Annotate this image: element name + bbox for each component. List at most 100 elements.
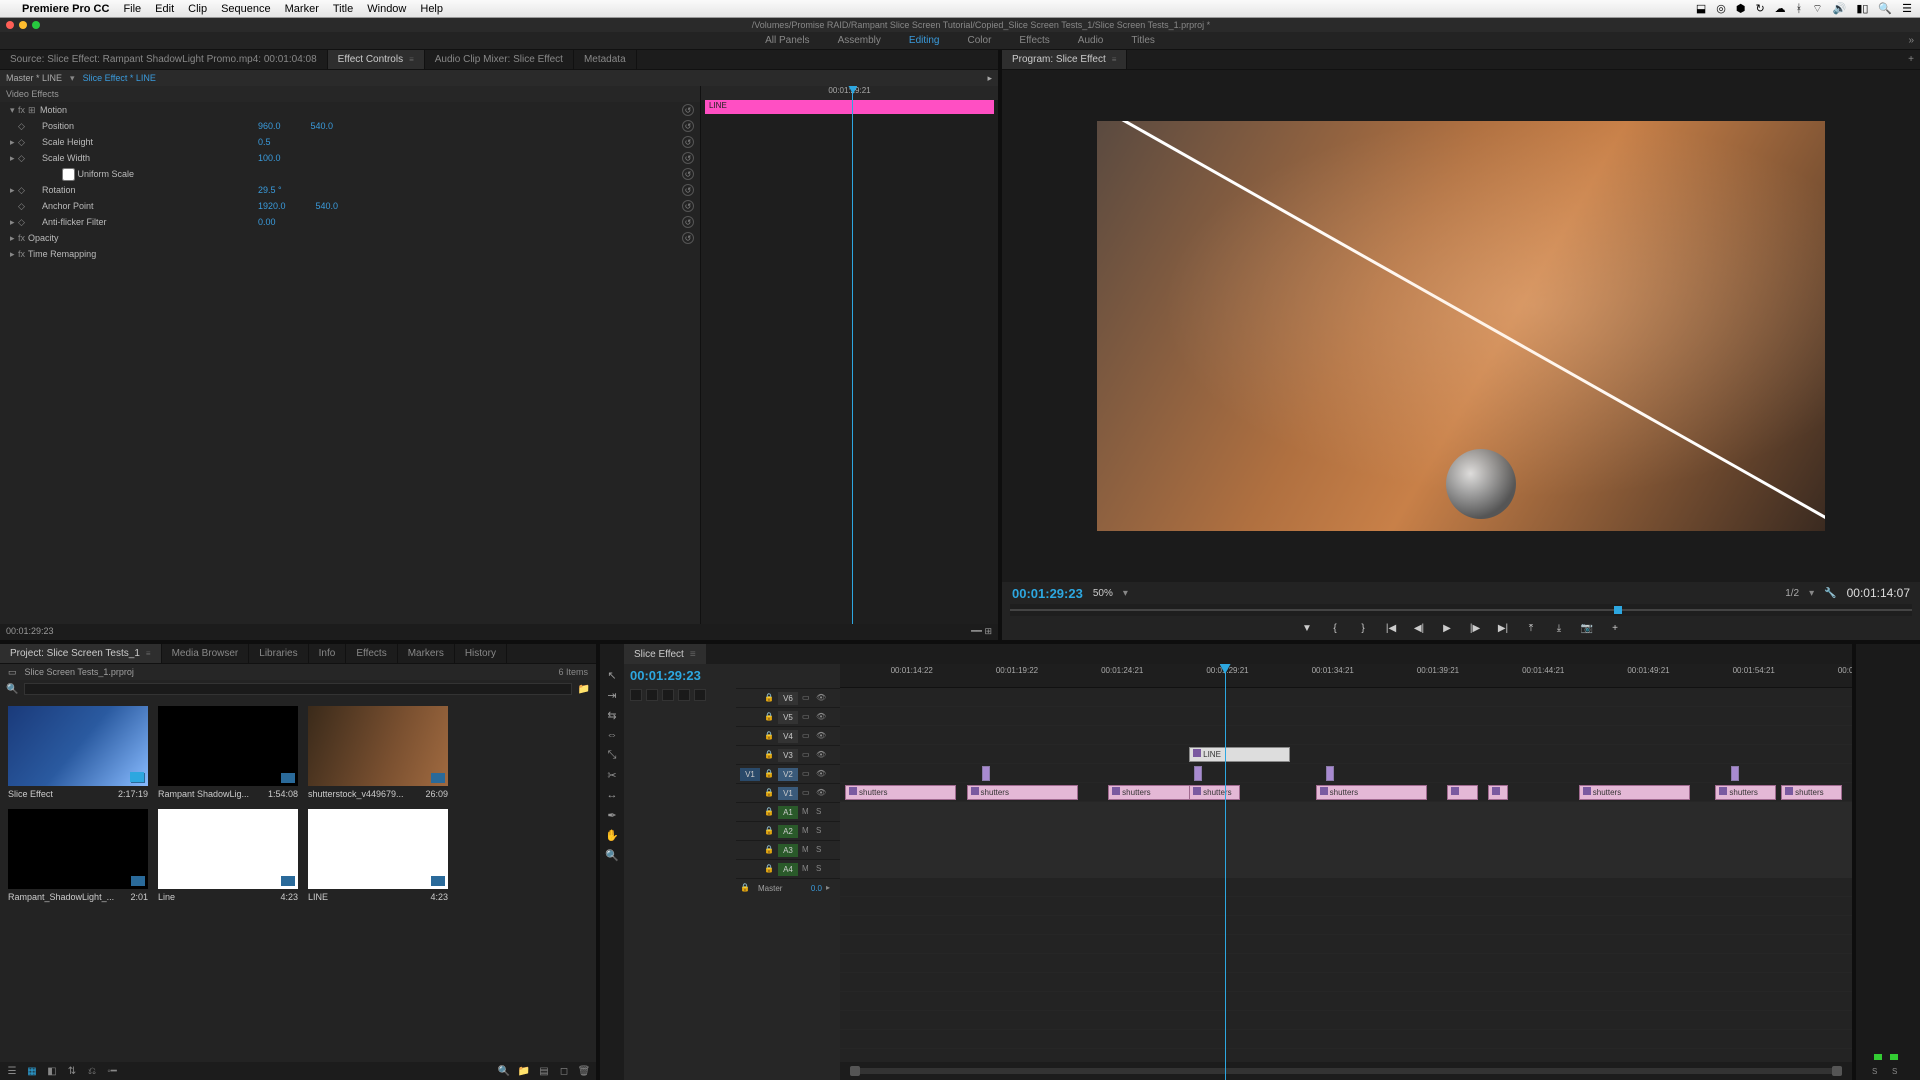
workspace-overflow-button[interactable]: »	[1908, 35, 1914, 46]
reset-icon[interactable]: ↺	[682, 152, 694, 164]
mark-out-button[interactable]: }	[1356, 621, 1370, 635]
track-label[interactable]: A3	[778, 844, 798, 857]
bluetooth-icon[interactable]: ᚼ	[1796, 3, 1803, 15]
timeline-clip[interactable]: shutters	[1715, 785, 1776, 800]
ec-anchor-x[interactable]: 1920.0	[258, 201, 316, 211]
track-head-a2[interactable]: 🔒A2MS	[736, 821, 840, 840]
track-label[interactable]: V1	[778, 787, 798, 800]
minimize-window-button[interactable]	[19, 21, 27, 29]
project-search-input[interactable]	[24, 683, 571, 695]
lock-icon[interactable]: 🔒	[764, 864, 774, 874]
lock-icon[interactable]: 🔒	[764, 788, 774, 798]
mute-icon[interactable]: M	[802, 807, 812, 817]
ec-position-x[interactable]: 960.0	[258, 121, 311, 131]
twirl-icon[interactable]: ▸	[10, 217, 18, 228]
menu-window[interactable]: Window	[367, 3, 406, 15]
track-label[interactable]: A4	[778, 863, 798, 876]
timeline-clip[interactable]	[1194, 766, 1202, 781]
linked-sel-toggle[interactable]	[662, 689, 674, 701]
solo-icon[interactable]: S	[816, 807, 826, 817]
nest-toggle[interactable]	[630, 689, 642, 701]
transform-icon[interactable]: ⊞	[28, 105, 40, 116]
fx-badge-icon[interactable]: fx	[18, 249, 28, 259]
lock-icon[interactable]: 🔒	[764, 750, 774, 760]
toggle-output-icon[interactable]: ▭	[802, 712, 812, 722]
tab-effect-controls[interactable]: Effect Controls≡	[328, 50, 425, 69]
timeline-clip[interactable]	[1326, 766, 1334, 781]
settings-toggle[interactable]	[694, 689, 706, 701]
timeline-clip[interactable]	[1731, 766, 1739, 781]
ripple-edit-tool[interactable]: ⇆	[605, 708, 619, 722]
twirl-icon[interactable]: ▸	[10, 137, 18, 148]
track-head-a4[interactable]: 🔒A4MS	[736, 859, 840, 878]
lane-v5[interactable]	[840, 707, 1852, 726]
ec-scaleh-val[interactable]: 0.5	[258, 137, 301, 147]
bin-thumbnail[interactable]	[308, 706, 448, 786]
snap-toggle[interactable]	[646, 689, 658, 701]
play-button[interactable]: ▶	[1440, 621, 1454, 635]
timeline-lanes[interactable]: LINEshuttersshuttersshuttersshuttersshut…	[840, 688, 1852, 1062]
step-fwd-button[interactable]: |▶	[1468, 621, 1482, 635]
ec-flicker-val[interactable]: 0.00	[258, 217, 306, 227]
track-head-v5[interactable]: 🔒V5▭👁	[736, 707, 840, 726]
lock-icon[interactable]: 🔒	[764, 769, 774, 779]
tab-history[interactable]: History	[455, 644, 507, 663]
auto-seq-icon[interactable]: ⎌	[86, 1065, 98, 1077]
add-marker-button[interactable]: ▼	[1300, 621, 1314, 635]
tab-menu-icon[interactable]: ≡	[146, 649, 151, 658]
list-view-button[interactable]: ☰	[6, 1065, 18, 1077]
keyframe-toggle-icon[interactable]: ◇	[18, 185, 28, 196]
bin-item[interactable]: Slice Effect2:17:19	[8, 706, 148, 799]
marker-toggle[interactable]	[678, 689, 690, 701]
goto-in-button[interactable]: |◀	[1384, 621, 1398, 635]
toggle-output-icon[interactable]: ▭	[802, 731, 812, 741]
mute-icon[interactable]: M	[802, 826, 812, 836]
bin-icon[interactable]: 📁	[578, 684, 590, 695]
track-head-a1[interactable]: 🔒A1MS	[736, 802, 840, 821]
menu-clip[interactable]: Clip	[188, 3, 207, 15]
ec-anchor-y[interactable]: 540.0	[316, 201, 339, 211]
master-db[interactable]: 0.0	[811, 884, 822, 893]
track-head-v6[interactable]: 🔒V6▭👁	[736, 688, 840, 707]
mute-icon[interactable]: M	[802, 845, 812, 855]
reset-icon[interactable]: ↺	[682, 120, 694, 132]
lane-v4[interactable]	[840, 726, 1852, 745]
workspace-editing[interactable]: Editing	[909, 35, 940, 46]
ec-rotation[interactable]: ▸◇ Rotation 29.5 ° ↺	[0, 182, 700, 198]
menu-marker[interactable]: Marker	[285, 3, 319, 15]
zoom-handle-left[interactable]	[850, 1066, 860, 1076]
tab-menu-icon[interactable]: ≡	[409, 55, 414, 64]
track-label[interactable]: V6	[778, 692, 798, 705]
solo-right-button[interactable]: S	[1892, 1067, 1897, 1076]
timeline-clip[interactable]: shutters	[1781, 785, 1842, 800]
lane-v6[interactable]	[840, 688, 1852, 707]
twirl-icon[interactable]: ▸	[10, 153, 18, 164]
zoom-window-button[interactable]	[32, 21, 40, 29]
solo-icon[interactable]: S	[816, 864, 826, 874]
twirl-icon[interactable]: ▸	[10, 185, 18, 196]
source-patch[interactable]: V1	[740, 768, 760, 781]
keyframe-toggle-icon[interactable]: ◇	[18, 153, 28, 164]
ec-anchor-point[interactable]: ◇ Anchor Point 1920.0 540.0 ↺	[0, 198, 700, 214]
timeline-clip[interactable]: shutters	[1316, 785, 1427, 800]
fx-badge-icon[interactable]: fx	[18, 105, 28, 115]
ec-uniform-scale[interactable]: Uniform Scale ↺	[0, 166, 700, 182]
settings-icon[interactable]: 🔧	[1824, 588, 1836, 599]
workspace-all-panels[interactable]: All Panels	[765, 35, 809, 46]
bin-item[interactable]: Line4:23	[158, 809, 298, 902]
hand-tool[interactable]: ✋	[605, 828, 619, 842]
reset-icon[interactable]: ↺	[682, 184, 694, 196]
timeline-clip[interactable]	[1488, 785, 1508, 800]
ec-mini-clip[interactable]: LINE	[705, 100, 994, 114]
uniform-scale-checkbox[interactable]	[62, 168, 75, 181]
notifications-icon[interactable]: ☰	[1902, 2, 1912, 15]
ec-mini-ruler[interactable]: 00:01:29:21	[701, 86, 998, 100]
track-label[interactable]: V3	[778, 749, 798, 762]
timeline-clip[interactable]: shutters	[967, 785, 1078, 800]
track-label[interactable]: V5	[778, 711, 798, 724]
zoom-tool[interactable]: 🔍	[605, 848, 619, 862]
timeline-clip[interactable]	[1447, 785, 1477, 800]
tab-audio-clip-mixer[interactable]: Audio Clip Mixer: Slice Effect	[425, 50, 574, 69]
ec-motion[interactable]: ▾ fx ⊞ Motion ↺	[0, 102, 700, 118]
new-bin-button[interactable]: 📁	[518, 1065, 530, 1077]
